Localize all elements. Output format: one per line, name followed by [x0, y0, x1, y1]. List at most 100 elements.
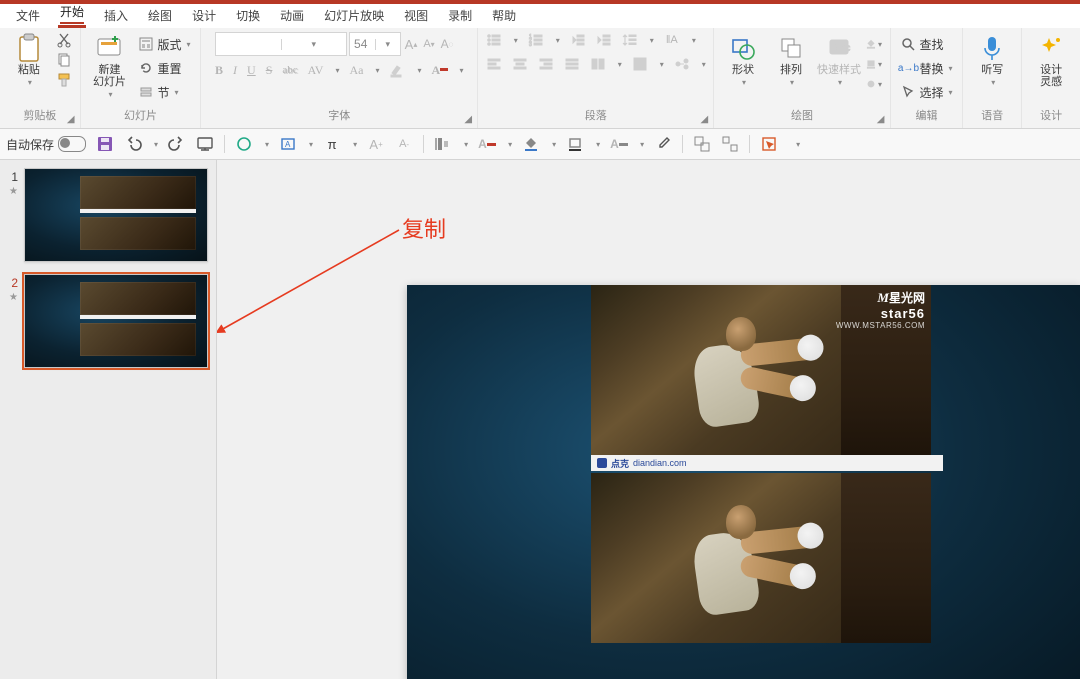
menu-tab-动画[interactable]: 动画 [270, 1, 314, 28]
select-button[interactable]: 选择▾ [898, 82, 954, 102]
bold-button[interactable]: B [215, 63, 223, 78]
shapes-label: 形状 [732, 64, 754, 76]
menu-tab-录制[interactable]: 录制 [438, 1, 482, 28]
increase-indent-icon[interactable] [596, 32, 612, 48]
slide-image-bottom[interactable] [591, 473, 931, 643]
clipboard-launcher-icon[interactable]: ◢ [65, 113, 77, 125]
menu-tab-绘图[interactable]: 绘图 [138, 1, 182, 28]
save-icon[interactable] [96, 135, 114, 153]
shape-outline-icon[interactable]: ▾ [866, 56, 882, 72]
replace-button[interactable]: a→b替换▾ [898, 58, 954, 78]
slide-thumb-1[interactable]: 1★ [8, 168, 208, 262]
workspace: 1★2★ M星光网 star56 WWW.MSTAR56.COM [0, 160, 1080, 679]
font-launcher-icon[interactable]: ◢ [462, 113, 474, 125]
layout-button[interactable]: 版式▾ [136, 34, 192, 54]
clear-formatting-icon[interactable]: A◌ [439, 36, 455, 52]
slide-canvas[interactable]: M星光网 star56 WWW.MSTAR56.COM 点克 diandian.… [407, 285, 1080, 679]
reset-button[interactable]: 重置 [136, 58, 192, 78]
shape-effects-icon[interactable]: ▾ [866, 76, 882, 92]
shadow-button[interactable]: abc [282, 64, 297, 76]
menu-tab-视图[interactable]: 视图 [394, 1, 438, 28]
decrease-indent-icon[interactable] [570, 32, 586, 48]
align-text-icon[interactable] [632, 56, 648, 72]
redo-icon[interactable] [168, 135, 186, 153]
menu-tab-设计[interactable]: 设计 [182, 1, 226, 28]
group-drawing: 形状 ▾ 排列 ▾ Abc 快速样式 ▾ ▾ ▾ ▾ [714, 28, 890, 128]
group-icon[interactable] [693, 135, 711, 153]
slide-thumb-2[interactable]: 2★ [8, 274, 208, 368]
paragraph-launcher-icon[interactable]: ◢ [698, 113, 710, 125]
copy-icon[interactable] [56, 52, 72, 68]
paste-button[interactable]: 粘贴 ▾ [8, 32, 50, 87]
justify-icon[interactable] [564, 56, 580, 72]
increase-font-qat-icon[interactable]: A+ [367, 135, 385, 153]
underline-button[interactable]: U [247, 63, 256, 78]
shape-circle-icon[interactable] [235, 135, 253, 153]
font-color-qat-icon[interactable]: A [478, 135, 496, 153]
slide-thumbnail[interactable] [24, 274, 208, 368]
section-button[interactable]: 节▾ [136, 82, 192, 102]
align-objects-icon[interactable] [434, 135, 452, 153]
slide-image-top[interactable]: M星光网 star56 WWW.MSTAR56.COM [591, 285, 931, 455]
text-effects-qat-icon[interactable]: A [610, 135, 628, 153]
shape-fill-icon[interactable]: ▾ [866, 36, 882, 52]
menu-tab-幻灯片放映[interactable]: 幻灯片放映 [314, 1, 394, 28]
eyedropper-icon[interactable] [654, 135, 672, 153]
change-case-button[interactable]: Aa [349, 63, 363, 78]
drawing-launcher-icon[interactable]: ◢ [875, 113, 887, 125]
menu-tab-插入[interactable]: 插入 [94, 1, 138, 28]
decrease-font-icon[interactable]: A▾ [421, 36, 437, 52]
design-ideas-button[interactable]: 设计 灵感 [1030, 32, 1072, 88]
textbox-icon[interactable]: A [279, 135, 297, 153]
group-paragraph-label: 段落 [585, 107, 607, 126]
italic-button[interactable]: I [233, 63, 237, 78]
font-color-icon[interactable]: A [432, 62, 448, 78]
undo-icon[interactable] [124, 135, 142, 153]
selection-pane-icon[interactable] [760, 135, 778, 153]
shape-outline-qat-icon[interactable] [566, 135, 584, 153]
find-button[interactable]: 查找 [898, 34, 954, 54]
qat-customize-icon[interactable]: ▾ [794, 140, 800, 149]
dictate-button[interactable]: 听写 ▾ [971, 32, 1013, 87]
group-clipboard-label: 剪贴板 [23, 107, 56, 126]
font-name-combo[interactable]: ▾ [215, 32, 347, 56]
shape-fill-qat-icon[interactable] [522, 135, 540, 153]
increase-font-icon[interactable]: A▴ [403, 36, 419, 52]
align-right-icon[interactable] [538, 56, 554, 72]
slide-thumbnail-panel[interactable]: 1★2★ [0, 160, 217, 679]
highlight-icon[interactable] [389, 62, 405, 78]
find-label: 查找 [919, 36, 943, 53]
slideshow-icon[interactable] [196, 135, 214, 153]
format-painter-icon[interactable] [56, 72, 72, 88]
shapes-button[interactable]: 形状 ▾ [722, 32, 764, 87]
line-spacing-icon[interactable] [622, 32, 638, 48]
numbering-icon[interactable]: 123 [528, 32, 544, 48]
bullets-icon[interactable] [486, 32, 502, 48]
menu-tab-文件[interactable]: 文件 [6, 1, 50, 28]
smartart-icon[interactable] [674, 56, 690, 72]
ungroup-icon[interactable] [721, 135, 739, 153]
menu-tab-开始[interactable]: 开始 [50, 0, 94, 28]
font-size-combo[interactable]: 54▾ [349, 32, 401, 56]
quick-styles-button[interactable]: Abc 快速样式 ▾ [818, 32, 860, 87]
decrease-font-qat-icon[interactable]: A- [395, 135, 413, 153]
new-slide-icon [95, 34, 123, 62]
char-spacing-button[interactable]: AV [308, 63, 324, 78]
menu-tab-帮助[interactable]: 帮助 [482, 1, 526, 28]
equation-icon[interactable]: π [323, 135, 341, 153]
group-designer-label: 设计 [1040, 107, 1062, 126]
strike-button[interactable]: S [266, 63, 273, 78]
cut-icon[interactable] [56, 32, 72, 48]
replace-icon: a→b [900, 60, 916, 76]
slide-canvas-area[interactable]: M星光网 star56 WWW.MSTAR56.COM 点克 diandian.… [217, 160, 1080, 679]
align-left-icon[interactable] [486, 56, 502, 72]
slide-thumbnail[interactable] [24, 168, 208, 262]
new-slide-button[interactable]: 新建 幻灯片 ▾ [88, 32, 130, 99]
columns-icon[interactable] [590, 56, 606, 72]
autosave-toggle[interactable]: 自动保存 [6, 136, 86, 153]
arrange-button[interactable]: 排列 ▾ [770, 32, 812, 87]
align-center-icon[interactable] [512, 56, 528, 72]
menu-tab-切换[interactable]: 切换 [226, 1, 270, 28]
group-editing-label: 编辑 [915, 107, 937, 126]
text-direction-icon[interactable]: ‖A [664, 32, 680, 48]
